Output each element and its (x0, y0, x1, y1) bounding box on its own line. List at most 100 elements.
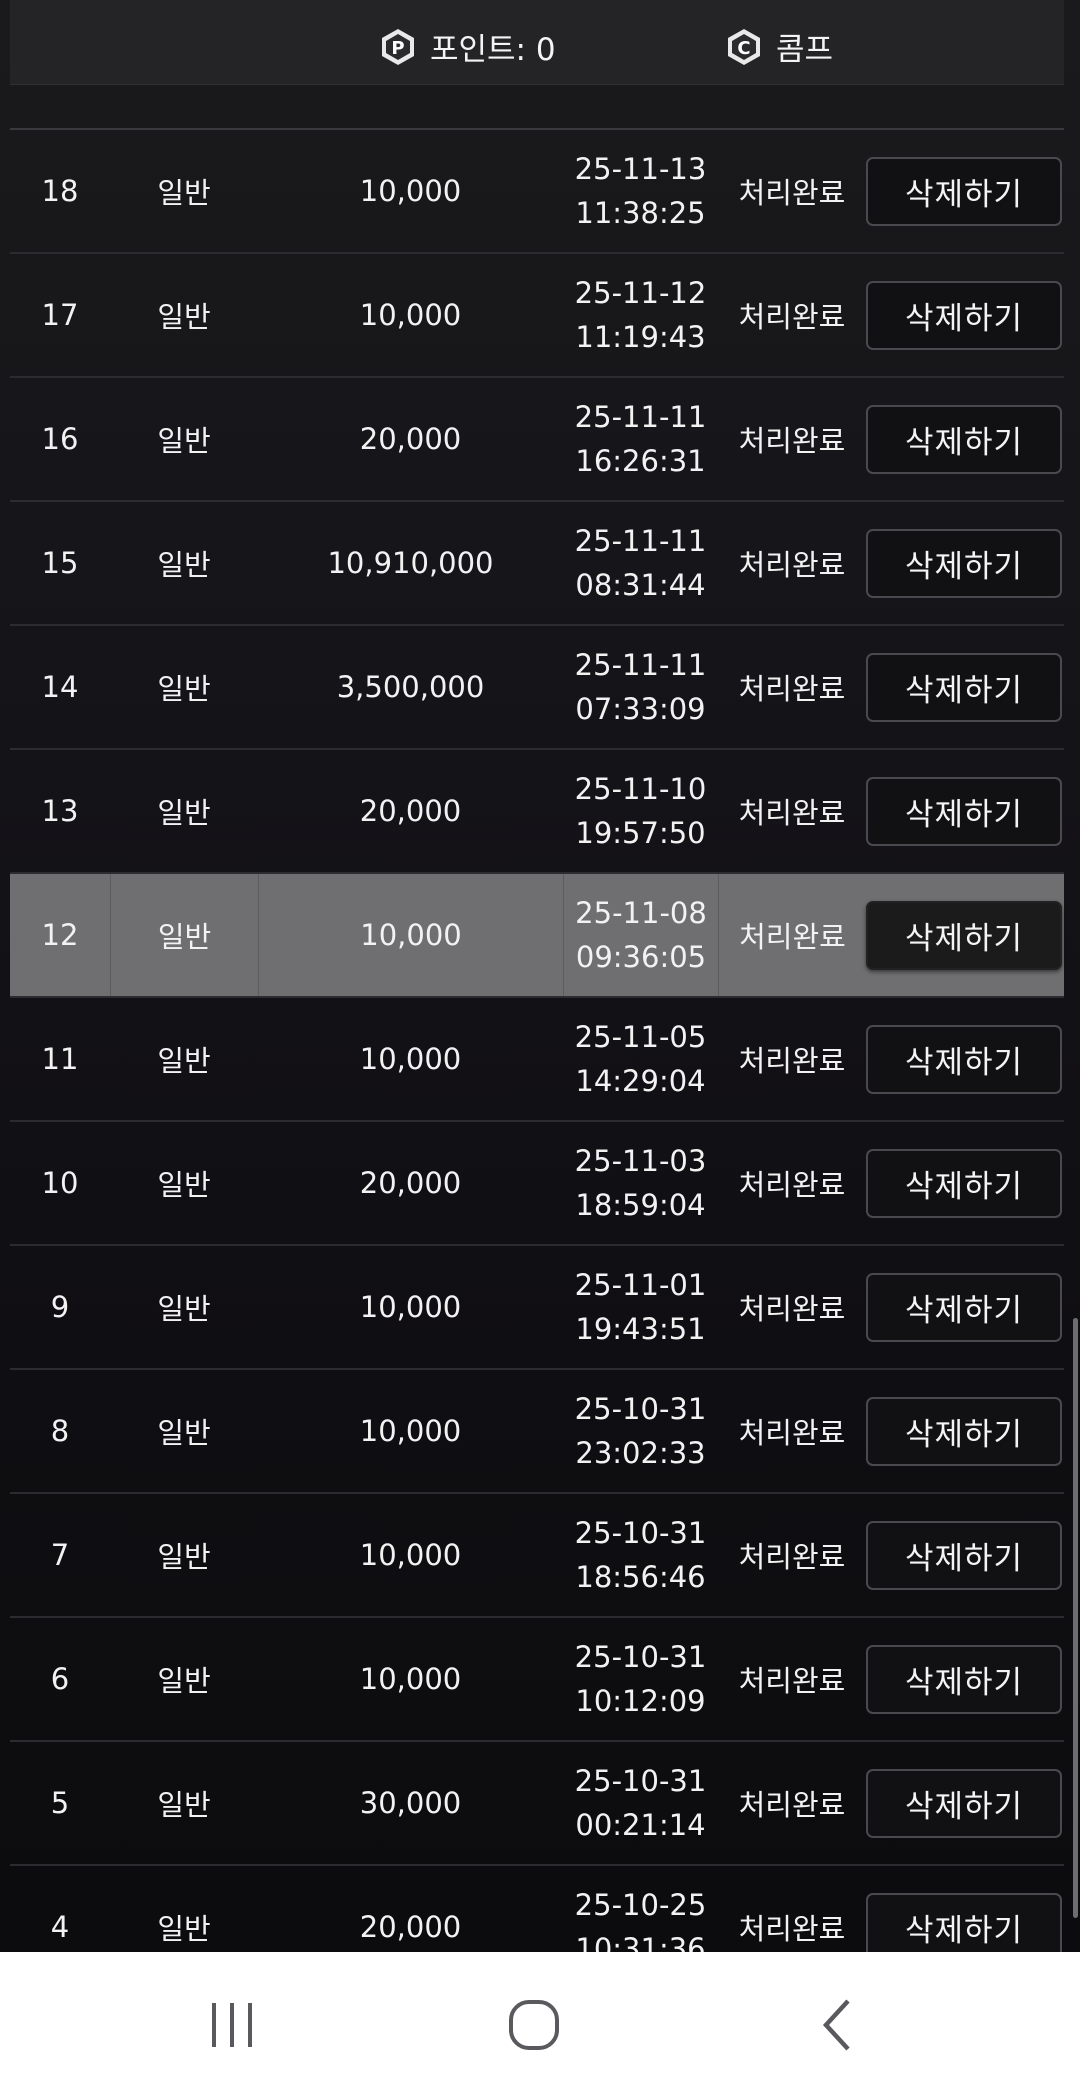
row-number: 5 (50, 1786, 70, 1820)
table-row[interactable]: 18 일반 10,000 25-11-13 11:38:25 처리완료 삭제하기 (10, 130, 1064, 254)
row-time: 23:02:33 (575, 1436, 706, 1470)
android-nav-bar (0, 1952, 1080, 2097)
points-icon-letter: P (391, 38, 404, 59)
comp-label: 콤프 (776, 32, 834, 68)
row-status: 처리완료 (738, 1292, 846, 1326)
row-type: 일반 (157, 1788, 211, 1822)
row-action: 삭제하기 (866, 1370, 1064, 1492)
row-type: 일반 (157, 1912, 211, 1946)
row-amount: 10,000 (359, 298, 462, 332)
row-number: 14 (41, 670, 79, 704)
table-row[interactable]: 9 일반 10,000 25-11-01 19:43:51 처리완료 삭제하기 (10, 1246, 1064, 1370)
delete-button[interactable]: 삭제하기 (866, 652, 1062, 722)
row-status: 처리완료 (738, 672, 846, 706)
row-action: 삭제하기 (866, 1246, 1064, 1368)
row-status: 처리완료 (738, 796, 846, 830)
table-row[interactable]: 6 일반 10,000 25-10-31 10:12:09 처리완료 삭제하기 (10, 1618, 1064, 1742)
table-row[interactable]: 11 일반 10,000 25-11-05 14:29:04 처리완료 삭제하기 (10, 998, 1064, 1122)
row-time: 11:38:25 (575, 196, 706, 230)
row-number: 9 (50, 1290, 70, 1324)
row-date: 25-11-03 (574, 1144, 707, 1178)
table-row[interactable]: 14 일반 3,500,000 25-11-11 07:33:09 처리완료 삭제하기 (10, 626, 1064, 750)
row-datetime: 25-10-31 23:02:33 (563, 1370, 718, 1492)
delete-button[interactable]: 삭제하기 (866, 1024, 1062, 1094)
comp-display[interactable]: C 콤프 (724, 24, 833, 69)
row-status: 처리완료 (738, 1416, 846, 1450)
back-button[interactable] (793, 1990, 883, 2060)
row-action: 삭제하기 (866, 1866, 1064, 1952)
scrollbar[interactable] (1073, 1318, 1078, 1918)
row-time: 14:29:04 (575, 1064, 706, 1098)
delete-button[interactable]: 삭제하기 (866, 1396, 1062, 1466)
row-status: 처리완료 (738, 548, 846, 582)
delete-button[interactable]: 삭제하기 (866, 900, 1062, 970)
row-date: 25-11-10 (574, 772, 707, 806)
row-type: 일반 (157, 548, 211, 582)
row-number: 7 (50, 1538, 70, 1572)
row-datetime: 25-10-31 18:56:46 (563, 1494, 718, 1616)
delete-button[interactable]: 삭제하기 (866, 280, 1062, 350)
row-type: 일반 (157, 300, 211, 334)
table-row[interactable]: 13 일반 20,000 25-11-10 19:57:50 처리완료 삭제하기 (10, 750, 1064, 874)
row-amount: 20,000 (359, 794, 462, 828)
delete-button[interactable]: 삭제하기 (866, 1644, 1062, 1714)
recents-button[interactable] (187, 1990, 277, 2060)
row-date: 25-10-31 (574, 1764, 707, 1798)
row-number: 6 (50, 1662, 70, 1696)
table-row[interactable]: 12 일반 10,000 25-11-08 09:36:05 처리완료 삭제하기 (10, 874, 1064, 998)
row-type: 일반 (157, 1664, 211, 1698)
points-icon: P (382, 28, 414, 65)
row-status: 처리완료 (738, 1044, 846, 1078)
delete-button[interactable]: 삭제하기 (866, 528, 1062, 598)
table-row[interactable]: 5 일반 30,000 25-10-31 00:21:14 처리완료 삭제하기 (10, 1742, 1064, 1866)
delete-button[interactable]: 삭제하기 (866, 404, 1062, 474)
row-datetime: 25-10-25 10:31:36 (563, 1866, 718, 1952)
table-row[interactable]: 8 일반 10,000 25-10-31 23:02:33 처리완료 삭제하기 (10, 1370, 1064, 1494)
delete-button[interactable]: 삭제하기 (866, 776, 1062, 846)
row-date: 25-11-13 (574, 152, 707, 186)
row-action: 삭제하기 (866, 254, 1064, 376)
delete-button[interactable]: 삭제하기 (866, 156, 1062, 226)
points-display[interactable]: P 포인트: 0 (378, 24, 556, 69)
row-datetime: 25-11-11 16:26:31 (563, 378, 718, 500)
row-type: 일반 (110, 874, 258, 996)
delete-button[interactable]: 삭제하기 (866, 1768, 1062, 1838)
row-number: 13 (41, 794, 79, 828)
delete-button[interactable]: 삭제하기 (866, 1520, 1062, 1590)
table-row[interactable]: 16 일반 20,000 25-11-11 16:26:31 처리완료 삭제하기 (10, 378, 1064, 502)
row-date: 25-11-01 (574, 1268, 707, 1302)
row-number: 11 (41, 1042, 79, 1076)
table-row[interactable]: 7 일반 10,000 25-10-31 18:56:46 처리완료 삭제하기 (10, 1494, 1064, 1618)
app-content: P 포인트: 0 C 콤프 18 일반 10,000 25-11-13 11:38:25… (0, 0, 1080, 1952)
delete-button[interactable]: 삭제하기 (866, 1272, 1062, 1342)
row-status: 처리완료 (738, 1912, 846, 1946)
row-action: 삭제하기 (866, 1742, 1064, 1864)
table-row[interactable]: 17 일반 10,000 25-11-12 11:19:43 처리완료 삭제하기 (10, 254, 1064, 378)
row-datetime: 25-10-31 00:21:14 (563, 1742, 718, 1864)
table-row[interactable]: 4 일반 20,000 25-10-25 10:31:36 처리완료 삭제하기 (10, 1866, 1064, 1952)
row-type: 일반 (157, 1044, 211, 1078)
points-label: 포인트: 0 (430, 32, 556, 68)
row-amount: 10,000 (258, 874, 563, 996)
delete-button[interactable]: 삭제하기 (866, 1148, 1062, 1218)
row-number: 18 (41, 174, 79, 208)
row-time: 00:21:14 (575, 1808, 706, 1842)
row-date: 25-11-12 (574, 276, 707, 310)
home-icon (509, 2000, 559, 2050)
row-action: 삭제하기 (866, 874, 1064, 996)
row-date: 25-11-05 (574, 1020, 707, 1054)
row-amount: 10,000 (359, 1290, 462, 1324)
delete-button[interactable]: 삭제하기 (866, 1892, 1062, 1952)
row-time: 19:57:50 (575, 816, 706, 850)
row-amount: 10,000 (359, 1662, 462, 1696)
row-number: 8 (50, 1414, 70, 1448)
row-amount: 10,910,000 (327, 546, 494, 580)
row-time: 08:31:44 (575, 568, 706, 602)
table-row[interactable]: 15 일반 10,910,000 25-11-11 08:31:44 처리완료 삭제하기 (10, 502, 1064, 626)
row-datetime: 25-11-13 11:38:25 (563, 130, 718, 252)
row-datetime: 25-11-05 14:29:04 (563, 998, 718, 1120)
row-type: 일반 (157, 424, 211, 458)
table-row[interactable]: 10 일반 20,000 25-11-03 18:59:04 처리완료 삭제하기 (10, 1122, 1064, 1246)
row-amount: 20,000 (359, 1910, 462, 1944)
home-button[interactable] (489, 1990, 579, 2060)
